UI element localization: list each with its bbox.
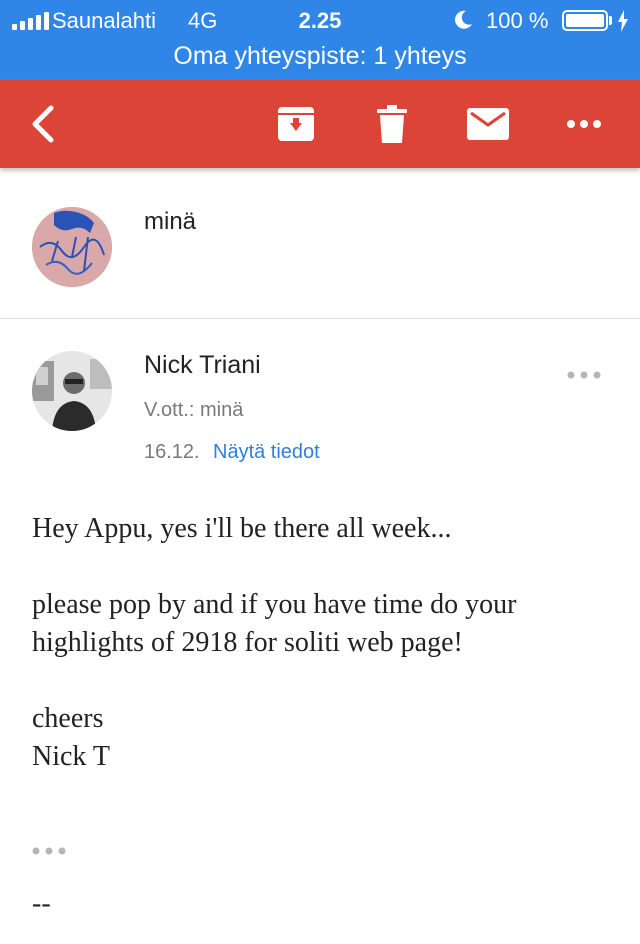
trash-icon [377,105,407,143]
more-horizontal-icon [32,847,66,855]
signature-separator: -- [32,888,51,919]
back-arrow-icon [32,105,54,143]
charging-bolt-icon [618,10,628,32]
message-header: Nick Triani V.ott.: minä 16.12. Näytä ti… [0,319,640,479]
body-paragraph: Nick T [32,741,111,772]
delete-button[interactable] [366,80,418,168]
message-date: 16.12. [144,441,200,463]
status-bar: Saunalahti 4G 2.25 100 % Oma yhteyspiste… [0,0,640,80]
more-horizontal-icon [567,120,601,128]
body-paragraph: please pop by and if you have time do yo… [32,589,517,658]
hotspot-banner[interactable]: Oma yhteyspiste: 1 yhteys [0,42,640,71]
battery-tip [609,16,612,25]
archive-icon [278,107,314,141]
back-button[interactable] [14,80,74,168]
message-more-button[interactable] [560,363,608,387]
message-body: Hey Appu, yes i'll be there all week... … [32,510,612,776]
do-not-disturb-moon-icon [455,10,472,29]
battery-icon [562,10,608,31]
archive-button[interactable] [270,80,322,168]
more-horizontal-icon [567,371,601,379]
show-quoted-text-button[interactable] [32,838,76,864]
more-options-button[interactable] [556,80,612,168]
status-bar-row: Saunalahti 4G 2.25 100 % [0,0,640,40]
avatar-image [32,351,112,431]
body-paragraph: Hey Appu, yes i'll be there all week... [32,513,452,544]
sender-name: minä [144,208,197,235]
mark-unread-button[interactable] [460,80,516,168]
collapsed-message-self[interactable]: minä [0,168,640,319]
battery-percentage: 100 % [486,8,549,33]
avatar [32,351,112,431]
body-paragraph: cheers [32,703,104,734]
email-toolbar [0,80,640,168]
avatar-image [32,207,112,287]
recipient-line: V.ott.: minä [144,399,244,421]
show-details-link[interactable]: Näytä tiedot [213,441,320,464]
mail-icon [467,108,509,140]
sender-name: Nick Triani [144,351,261,379]
avatar [32,207,112,287]
